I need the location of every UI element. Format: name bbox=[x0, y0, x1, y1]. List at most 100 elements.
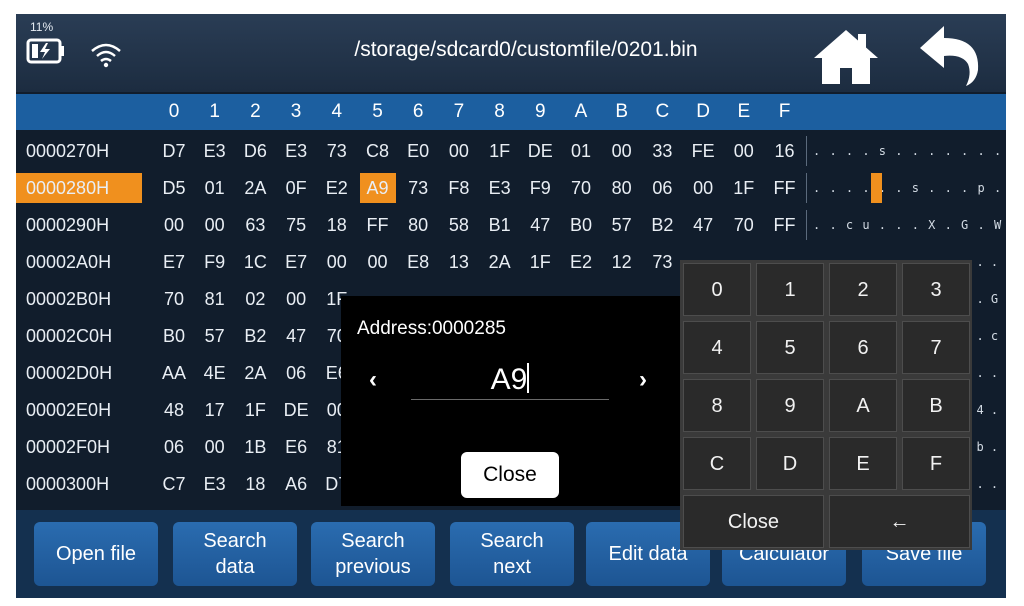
hex-byte-cell[interactable]: 1F bbox=[482, 136, 518, 166]
keypad-key[interactable]: 3 bbox=[902, 263, 970, 316]
hex-byte-cell[interactable]: 80 bbox=[604, 173, 640, 203]
keypad-key[interactable]: 4 bbox=[683, 321, 751, 374]
hex-byte-cell[interactable]: F9 bbox=[522, 173, 558, 203]
keypad-key[interactable]: 9 bbox=[756, 379, 824, 432]
row-address[interactable]: 0000300H bbox=[16, 469, 142, 499]
hex-byte-cell[interactable]: FE bbox=[685, 136, 721, 166]
hex-byte-cell[interactable]: 1F bbox=[237, 395, 273, 425]
hex-byte-cell[interactable]: 47 bbox=[685, 210, 721, 240]
hex-byte-cell[interactable]: FF bbox=[360, 210, 396, 240]
hex-byte-cell[interactable]: C7 bbox=[156, 469, 192, 499]
row-address[interactable]: 00002A0H bbox=[16, 247, 142, 277]
hex-byte-cell[interactable]: B2 bbox=[237, 321, 273, 351]
hex-byte-cell[interactable]: 00 bbox=[360, 247, 396, 277]
hex-byte-cell[interactable]: 58 bbox=[441, 210, 477, 240]
hex-byte-cell[interactable]: 2A bbox=[237, 173, 273, 203]
hex-byte-cell[interactable]: 00 bbox=[197, 210, 233, 240]
hex-byte-cell[interactable]: B0 bbox=[563, 210, 599, 240]
hex-byte-cell[interactable]: 06 bbox=[644, 173, 680, 203]
keypad-key[interactable]: 0 bbox=[683, 263, 751, 316]
hex-byte-cell[interactable]: 4E bbox=[197, 358, 233, 388]
hex-byte-cell[interactable]: F9 bbox=[197, 247, 233, 277]
open-file-button[interactable]: Open file bbox=[34, 522, 158, 586]
hex-byte-cell[interactable]: E6 bbox=[278, 432, 314, 462]
keypad-key[interactable]: 1 bbox=[756, 263, 824, 316]
hex-byte-cell[interactable]: E7 bbox=[278, 247, 314, 277]
row-address[interactable]: 0000290H bbox=[16, 210, 142, 240]
keypad-key[interactable]: 5 bbox=[756, 321, 824, 374]
hex-byte-cell[interactable]: 63 bbox=[237, 210, 273, 240]
hex-byte-cell[interactable]: B2 bbox=[644, 210, 680, 240]
hex-byte-cell[interactable]: 33 bbox=[644, 136, 680, 166]
hex-byte-cell[interactable]: D7 bbox=[156, 136, 192, 166]
search-data-button[interactable]: Search data bbox=[173, 522, 297, 586]
hex-row[interactable]: 0000280H D5 01 2A 0F E2 A9 73 F8 E3 F9 70 80 06 00 1F FF… bbox=[16, 173, 1006, 210]
keypad-key[interactable]: C bbox=[683, 437, 751, 490]
hex-byte-cell[interactable]: 00 bbox=[685, 173, 721, 203]
hex-byte-cell[interactable]: E8 bbox=[400, 247, 436, 277]
keypad-key[interactable]: D bbox=[756, 437, 824, 490]
keypad-key[interactable]: A bbox=[829, 379, 897, 432]
hex-byte-cell[interactable]: E0 bbox=[400, 136, 436, 166]
keypad-key[interactable]: E bbox=[829, 437, 897, 490]
keypad-close-button[interactable]: Close bbox=[683, 495, 824, 548]
hex-byte-cell[interactable]: D5 bbox=[156, 173, 192, 203]
previous-byte-arrow[interactable]: ‹ bbox=[369, 366, 377, 394]
hex-byte-cell[interactable]: E3 bbox=[278, 136, 314, 166]
hex-byte-cell[interactable]: 1B bbox=[237, 432, 273, 462]
row-address[interactable]: 0000270H bbox=[16, 136, 142, 166]
hex-byte-cell[interactable]: 00 bbox=[441, 136, 477, 166]
next-byte-arrow[interactable]: › bbox=[639, 366, 647, 394]
hex-byte-cell[interactable]: A6 bbox=[278, 469, 314, 499]
hex-byte-cell[interactable]: E2 bbox=[319, 173, 355, 203]
byte-value-input[interactable]: A9 bbox=[411, 360, 609, 400]
search-next-button[interactable]: Search next bbox=[450, 522, 574, 586]
hex-byte-cell[interactable]: DE bbox=[278, 395, 314, 425]
home-button[interactable] bbox=[810, 26, 882, 86]
hex-byte-cell[interactable]: E3 bbox=[197, 469, 233, 499]
hex-byte-cell[interactable]: 00 bbox=[278, 284, 314, 314]
hex-byte-cell[interactable]: A9 bbox=[359, 173, 396, 203]
hex-byte-cell[interactable]: 00 bbox=[319, 247, 355, 277]
hex-byte-cell[interactable]: 75 bbox=[278, 210, 314, 240]
keypad-key[interactable]: 7 bbox=[902, 321, 970, 374]
dialog-close-button[interactable]: Close bbox=[461, 452, 559, 498]
hex-byte-cell[interactable]: E7 bbox=[156, 247, 192, 277]
row-address[interactable]: 00002B0H bbox=[16, 284, 142, 314]
hex-byte-cell[interactable]: AA bbox=[156, 358, 192, 388]
hex-byte-cell[interactable]: 1F bbox=[726, 173, 762, 203]
hex-byte-cell[interactable]: 73 bbox=[644, 247, 680, 277]
hex-row[interactable]: 0000290H 00 00 63 75 18 FF 80 58 B1 47 B0 57 B2 47 70 FF… bbox=[16, 210, 1006, 247]
hex-byte-cell[interactable]: 12 bbox=[604, 247, 640, 277]
hex-byte-cell[interactable]: 70 bbox=[156, 284, 192, 314]
hex-byte-cell[interactable]: 47 bbox=[522, 210, 558, 240]
hex-byte-cell[interactable]: 48 bbox=[156, 395, 192, 425]
hex-byte-cell[interactable]: 80 bbox=[400, 210, 436, 240]
hex-byte-cell[interactable]: E3 bbox=[197, 136, 233, 166]
hex-byte-cell[interactable]: 00 bbox=[604, 136, 640, 166]
hex-byte-cell[interactable]: 18 bbox=[319, 210, 355, 240]
keypad-key[interactable]: 2 bbox=[829, 263, 897, 316]
hex-byte-cell[interactable]: 00 bbox=[156, 210, 192, 240]
hex-byte-cell[interactable]: B0 bbox=[156, 321, 192, 351]
row-address[interactable]: 00002C0H bbox=[16, 321, 142, 351]
hex-byte-cell[interactable]: 00 bbox=[726, 136, 762, 166]
row-address[interactable]: 00002E0H bbox=[16, 395, 142, 425]
hex-byte-cell[interactable]: C8 bbox=[360, 136, 396, 166]
hex-byte-cell[interactable]: 1F bbox=[522, 247, 558, 277]
hex-byte-cell[interactable]: 16 bbox=[767, 136, 803, 166]
row-address[interactable]: 00002D0H bbox=[16, 358, 142, 388]
hex-byte-cell[interactable]: DE bbox=[522, 136, 558, 166]
hex-byte-cell[interactable]: 0F bbox=[278, 173, 314, 203]
hex-byte-cell[interactable]: 57 bbox=[197, 321, 233, 351]
hex-byte-cell[interactable]: FF bbox=[767, 173, 803, 203]
keypad-backspace-button[interactable]: ← bbox=[829, 495, 970, 548]
hex-byte-cell[interactable]: 2A bbox=[482, 247, 518, 277]
hex-byte-cell[interactable]: 73 bbox=[400, 173, 436, 203]
back-button[interactable] bbox=[916, 24, 986, 88]
hex-byte-cell[interactable]: 70 bbox=[563, 173, 599, 203]
row-address[interactable]: 0000280H bbox=[16, 173, 142, 203]
hex-byte-cell[interactable]: 1C bbox=[237, 247, 273, 277]
hex-byte-cell[interactable]: 57 bbox=[604, 210, 640, 240]
hex-byte-cell[interactable]: 06 bbox=[156, 432, 192, 462]
